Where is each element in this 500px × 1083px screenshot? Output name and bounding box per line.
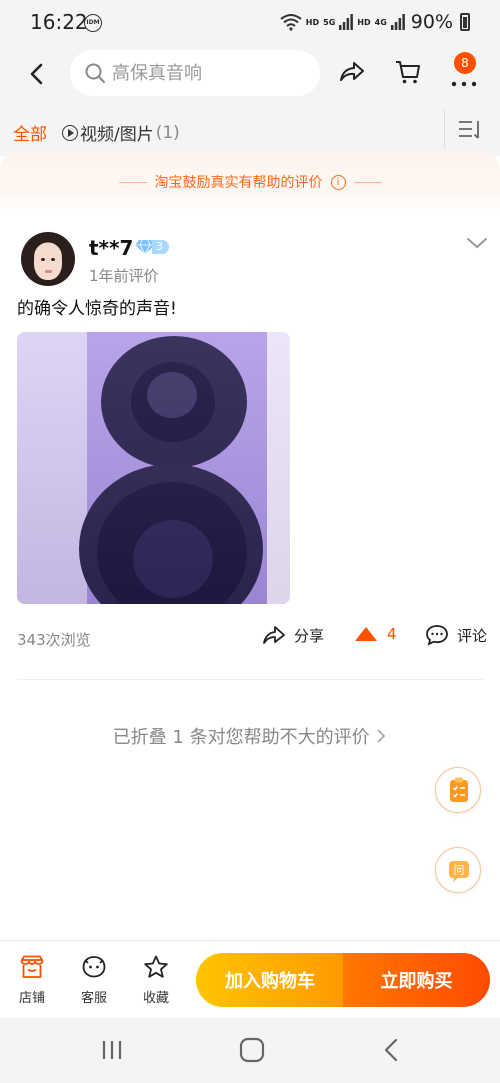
signal2-icon [390, 14, 405, 30]
top-header: 8 [0, 46, 500, 102]
battery-percent: 90% [410, 11, 453, 33]
sort-filter-icon[interactable] [458, 119, 482, 141]
tab-media[interactable]: 视频/图片 (1) [62, 120, 180, 145]
tab-media-label: 视频/图片 [80, 125, 154, 145]
share-label: 分享 [294, 626, 325, 645]
share-button[interactable]: 分享 [262, 624, 324, 646]
clipboard-icon [450, 777, 468, 802]
vip-level: 3 [152, 240, 169, 254]
review-filter-tabs: 全部 视频/图片 (1) [0, 102, 500, 156]
like-button[interactable]: 4 [353, 624, 397, 644]
recent-apps-icon[interactable] [100, 1038, 124, 1062]
search-box[interactable] [70, 50, 320, 96]
view-count: 343次浏览 [17, 631, 91, 649]
back-arrow-icon[interactable] [24, 60, 52, 88]
download-manager-icon: IDM [84, 14, 102, 32]
signal-icon [339, 14, 354, 30]
store-button[interactable]: 店铺 [12, 955, 52, 1006]
service-face-icon [82, 956, 106, 978]
banner-line-right [353, 181, 382, 183]
status-bar: 16:22 IDM HD 5G HD 4G 90% [0, 0, 500, 46]
floating-notes-button[interactable] [435, 767, 481, 813]
search-input[interactable] [112, 60, 312, 86]
floating-ask-button[interactable]: 问 [435, 847, 481, 893]
tab-divider [444, 110, 445, 148]
folded-reviews-link[interactable]: 已折叠 1 条对您帮助不大的评价 [0, 723, 500, 749]
chevron-right-icon [377, 729, 386, 743]
like-count: 4 [387, 625, 397, 643]
divider [17, 679, 483, 680]
ask-label: 问 [454, 864, 465, 877]
network-4g-label: 4G [374, 17, 387, 27]
cart-icon[interactable] [394, 58, 422, 86]
buy-now-button[interactable]: 立即购买 [343, 953, 490, 1007]
status-time: 16:22 [30, 10, 88, 34]
customer-service-button[interactable]: 客服 [74, 955, 114, 1006]
cart-count-badge: 8 [454, 52, 476, 74]
review-content: 的确令人惊奇的声音! [17, 299, 177, 319]
favorite-button[interactable]: 收藏 [136, 955, 176, 1006]
network-5g-label: 5G [323, 17, 336, 27]
battery-icon [460, 13, 470, 31]
add-to-cart-button[interactable]: 加入购物车 [196, 953, 344, 1007]
chevron-down-icon[interactable] [466, 236, 488, 250]
honest-review-banner: 淘宝鼓励真实有帮助的评价 i [0, 152, 500, 212]
avatar[interactable] [21, 232, 75, 286]
review-photo[interactable] [17, 332, 290, 604]
share-arrow-icon [263, 626, 285, 644]
comment-icon [426, 625, 448, 646]
search-icon [85, 63, 105, 83]
folded-text: 已折叠 1 条对您帮助不大的评价 [112, 727, 370, 748]
store-label: 店铺 [18, 991, 45, 1006]
back-nav-icon[interactable] [380, 1037, 404, 1063]
reviewer-name[interactable]: t**7 [89, 236, 133, 260]
vip-badge: 3 [134, 239, 169, 255]
status-indicators: HD 5G HD 4G 90% [280, 8, 470, 36]
bottom-action-bar: 店铺 客服 收藏 加入购物车 立即购买 [0, 940, 500, 1018]
favorite-label: 收藏 [142, 991, 169, 1006]
question-bubble-icon: 问 [449, 861, 469, 882]
comment-label: 评论 [457, 626, 488, 645]
comment-button[interactable]: 评论 [425, 624, 487, 646]
network-hd-label: HD [305, 17, 320, 27]
review-time: 1年前评价 [89, 267, 159, 285]
play-icon [62, 124, 78, 141]
star-icon [144, 955, 168, 978]
share-icon[interactable] [338, 58, 366, 86]
wifi-icon [280, 14, 302, 31]
banner-line-left [118, 181, 147, 183]
service-label: 客服 [80, 991, 107, 1006]
system-nav-bar [0, 1018, 500, 1083]
store-icon [20, 955, 44, 978]
tab-media-count: (1) [155, 122, 180, 143]
tab-all[interactable]: 全部 [13, 120, 47, 145]
upvote-triangle-icon [355, 627, 377, 641]
network-hd2-label: HD [357, 17, 371, 27]
info-icon[interactable]: i [330, 174, 346, 190]
home-icon[interactable] [238, 1036, 266, 1064]
banner-text: 淘宝鼓励真实有帮助的评价 [154, 175, 323, 191]
